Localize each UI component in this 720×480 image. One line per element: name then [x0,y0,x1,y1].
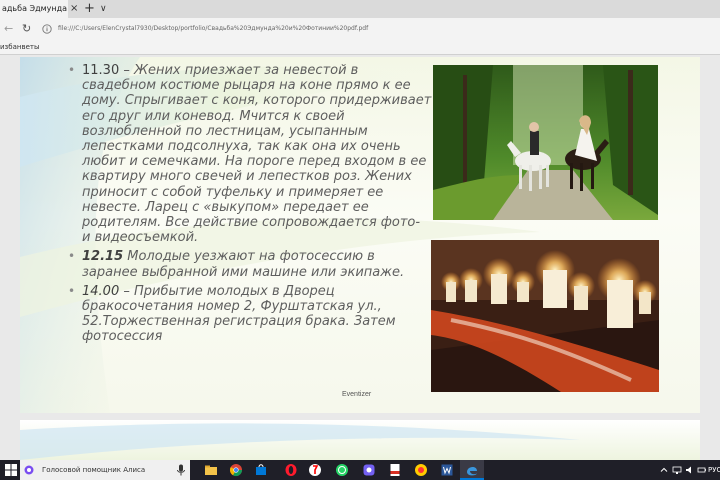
pdf-viewer[interactable]: 11.30 – Жених приезжает за невестой в св… [0,55,720,460]
opera-icon[interactable] [284,463,298,477]
microphone-icon[interactable] [176,464,186,476]
arrow-left-icon: ← [4,22,14,35]
voice-assistant-search[interactable]: Голосовой помощник Алиса [20,460,190,480]
next-slide-swoosh [20,423,580,460]
pdf-icon[interactable] [388,463,402,477]
refresh-button[interactable]: ↻ [22,20,36,38]
url-field[interactable]: file:///C:/Users/ElenCrystal7930/Desktop… [58,20,578,38]
speaker-icon[interactable] [685,465,695,475]
page-info-icon[interactable] [42,24,52,34]
schedule-time: 12.15 [82,249,124,265]
schedule-item: 11.30 – Жених приезжает за невестой в св… [68,63,432,246]
language-indicator[interactable]: РУС [708,460,720,480]
refresh-icon: ↻ [22,22,32,35]
couple-on-horses-photo [433,65,658,220]
schedule-text: Молодые уезжают на фотосессию в заранее … [82,249,405,280]
schedule-time: 11.30 [82,63,120,78]
store-icon[interactable] [254,463,268,477]
yandex-icon[interactable] [308,463,322,477]
battery-icon[interactable] [697,465,707,475]
yandex-browser-icon[interactable] [414,463,428,477]
slide-footer: Eventizer [342,391,372,398]
tab-close-icon[interactable]: × [70,0,80,18]
schedule-item: 14.00 – Прибытие молодых в Дворец бракос… [68,283,432,345]
candles-and-rose-petals-photo [431,240,659,392]
favorites-label[interactable]: избанветы [0,40,40,54]
chevron-up-icon[interactable] [660,466,668,474]
taskbar: Голосовой помощник Алиса РУС [0,460,720,480]
tab-active[interactable]: адьба Эдмунда и Фє [0,0,68,18]
viber-icon[interactable] [362,463,376,477]
address-bar: ← ↻ file:///C:/Users/ElenCrystal7930/Des… [0,18,720,40]
word-icon[interactable] [440,463,454,477]
edge-icon[interactable] [465,463,479,477]
assistant-label: Голосовой помощник Алиса [42,466,146,474]
alice-icon [24,465,34,475]
schedule-item: 12.15 Молодые уезжают на фотосессию в за… [68,249,432,280]
schedule-text: – Жених приезжает за невестой в свадебно… [82,63,432,246]
tab-list-chevron-icon[interactable]: ∨ [100,0,112,18]
tab-bar: адьба Эдмунда и Фє × + ∨ [0,0,720,18]
whatsapp-icon[interactable] [335,463,349,477]
new-tab-button[interactable]: + [84,0,96,18]
slide-page: 11.30 – Жених приезжает за невестой в св… [20,57,700,413]
file-explorer-icon[interactable] [204,463,218,477]
favorites-bar: избанветы [0,40,720,55]
tab-title: адьба Эдмунда и Фє [2,4,68,13]
schedule-list: 11.30 – Жених приезжает за невестой в св… [68,63,432,349]
schedule-text: – Прибытие молодых в Дворец бракосочетан… [82,283,396,345]
system-tray[interactable]: РУС [660,460,720,480]
chrome-icon[interactable] [229,463,243,477]
next-slide-page [20,420,700,460]
network-icon[interactable] [672,465,682,475]
back-button[interactable]: ← [4,20,18,38]
windows-icon[interactable] [4,463,18,477]
schedule-time: 14.00 [82,283,120,299]
